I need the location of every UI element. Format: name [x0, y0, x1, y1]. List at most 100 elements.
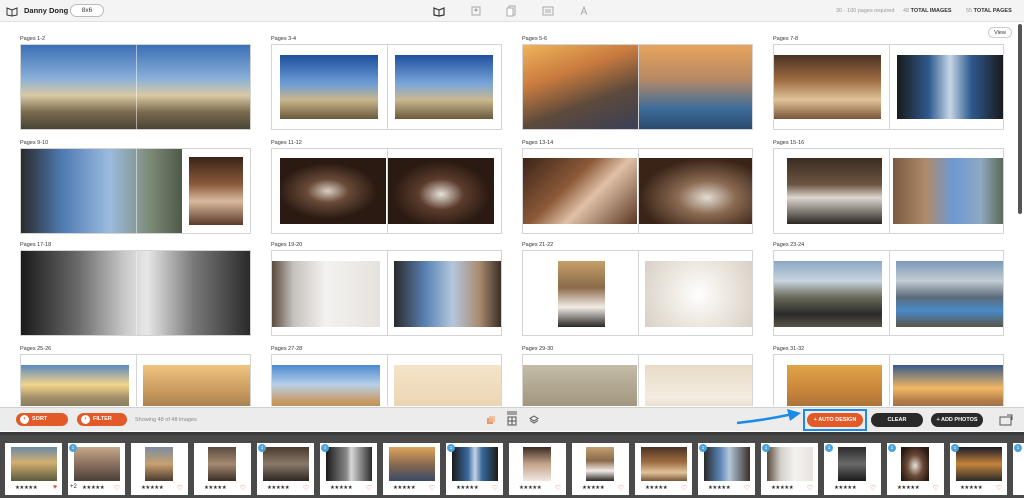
photo-blurred-landscape[interactable] — [523, 365, 637, 406]
star-rating[interactable]: ★★★★★ — [645, 485, 668, 491]
heart-icon[interactable]: ♡ — [870, 484, 876, 492]
tray-thumbnail[interactable]: 1 ★★★★★ ♡ — [887, 443, 944, 495]
heart-icon[interactable]: ♡ — [744, 484, 750, 492]
filter-button[interactable]: ‹ FILTER — [77, 413, 127, 426]
photo-diamond-necklace[interactable] — [388, 158, 494, 224]
photo-floral-centerpiece[interactable] — [645, 365, 752, 406]
star-rating[interactable]: ★★★★★ — [267, 485, 290, 491]
layers-icon[interactable] — [529, 415, 539, 425]
photo-groomsmen-mountain[interactable] — [774, 261, 882, 327]
auto-design-button[interactable]: + AUTO DESIGN — [807, 413, 863, 427]
heart-icon[interactable]: ♡ — [114, 484, 120, 492]
photo-white-roses[interactable] — [645, 261, 752, 327]
collapse-tray-icon[interactable] — [999, 414, 1013, 426]
grid-toggle-icon[interactable] — [506, 410, 518, 428]
star-rating[interactable]: ★★★★★ — [582, 485, 605, 491]
tray-thumbnail[interactable]: 1 +2 ★★★★★ ♡ — [68, 443, 125, 495]
photo-heels[interactable] — [523, 158, 637, 224]
spread-pages-29-30[interactable]: Pages 29-30 — [522, 346, 754, 406]
photo-bridesmaids-mountain[interactable] — [896, 261, 1003, 327]
spread-pages-21-22[interactable]: Pages 21-22 — [522, 242, 754, 336]
photo-pergola[interactable] — [143, 365, 250, 406]
heart-icon[interactable]: ♡ — [240, 484, 246, 492]
photo-sunset-valley[interactable] — [893, 365, 1003, 406]
star-rating[interactable]: ★★★★★ — [519, 485, 542, 491]
tray-thumbnail[interactable]: 1 ★★★★★ ♡ — [257, 443, 314, 495]
spread-pages-1-2[interactable]: Pages 1-2 — [20, 36, 252, 130]
spread-pages-23-24[interactable]: Pages 23-24 — [773, 242, 1005, 336]
star-rating[interactable]: ★★★★★ — [204, 485, 227, 491]
user-name[interactable]: Danny Dong — [24, 6, 68, 15]
photo-couple-embrace[interactable] — [558, 261, 605, 327]
spread-pages-15-16[interactable]: Pages 15-16 — [773, 140, 1005, 234]
spread-pages-31-32[interactable]: Pages 31-32 — [773, 346, 1005, 406]
heart-icon[interactable]: ♡ — [177, 484, 183, 492]
tray-thumbnail[interactable]: ★★★★★ ♥ — [5, 443, 62, 495]
heart-icon[interactable]: ♡ — [807, 484, 813, 492]
star-rating[interactable]: ★★★★★ — [456, 485, 479, 491]
settings-icon[interactable] — [578, 5, 590, 17]
tray-thumbnail[interactable]: 1 ★★★★★ ♡ — [824, 443, 881, 495]
tray-thumbnail[interactable]: ★★★★★ ♡ — [194, 443, 251, 495]
pages-icon[interactable] — [506, 5, 518, 17]
photo-dining-hall[interactable] — [774, 55, 881, 119]
heart-icon[interactable]: ♡ — [429, 484, 435, 492]
photo-bridal-shoes[interactable] — [189, 157, 243, 225]
tray-thumbnail[interactable]: 1 ★★★★★ ♡ — [446, 443, 503, 495]
add-photos-button[interactable]: + ADD PHOTOS — [931, 413, 983, 427]
photo-couple-archway[interactable] — [893, 158, 1003, 224]
tray-thumbnail[interactable]: 1 ★★★★★ ♡ — [320, 443, 377, 495]
photo-pearl-bracelet[interactable] — [280, 158, 386, 224]
photo-couple-window-view[interactable] — [394, 261, 501, 327]
star-rating[interactable]: ★★★★★ — [393, 485, 416, 491]
spread-pages-13-14[interactable]: Pages 13-14 — [522, 140, 754, 234]
photo-mountain-sunset[interactable] — [21, 365, 129, 406]
heart-icon[interactable]: ♡ — [492, 484, 498, 492]
photo-couple-sky-right[interactable] — [395, 55, 493, 119]
spread-pages-11-12[interactable]: Pages 11-12 — [271, 140, 503, 234]
star-rating[interactable]: ★★★★★ — [708, 485, 731, 491]
star-rating[interactable]: ★★★★★ — [82, 485, 105, 491]
sort-button[interactable]: ‹ SORT — [16, 413, 68, 426]
clear-button[interactable]: CLEAR — [871, 413, 923, 427]
tray-thumbnail[interactable]: ★★★★★ ♡ — [383, 443, 440, 495]
tray-thumbnail[interactable]: ★★★★★ ♡ — [635, 443, 692, 495]
star-rating[interactable]: ★★★★★ — [960, 485, 983, 491]
heart-icon[interactable]: ♡ — [555, 484, 561, 492]
photo-estate-sunset-left[interactable] — [523, 45, 638, 129]
spread-pages-17-18[interactable]: Pages 17-18 — [20, 242, 252, 336]
tray-thumbnail[interactable]: ★★★★★ ♡ — [131, 443, 188, 495]
spread-icon[interactable] — [542, 5, 554, 17]
photo-groomsmen-prep[interactable] — [787, 158, 882, 224]
photo-perfume-bottle[interactable] — [639, 158, 752, 224]
book-logo-icon[interactable] — [6, 5, 18, 17]
photo-couple-sky-left[interactable] — [280, 55, 378, 119]
book-layout-icon[interactable] — [433, 5, 445, 17]
tray-thumbnail[interactable]: 1 ★★★★★ ♡ — [761, 443, 818, 495]
grid-scrollbar[interactable] — [1018, 24, 1022, 214]
heart-icon[interactable]: ♥ — [53, 484, 57, 491]
heart-icon[interactable]: ♡ — [618, 484, 624, 492]
spread-pages-3-4[interactable]: Pages 3-4 — [271, 36, 503, 130]
photo-table-detail[interactable] — [394, 365, 501, 406]
heart-icon[interactable]: ♡ — [681, 484, 687, 492]
photo-bride-portrait[interactable] — [272, 261, 380, 327]
spread-pages-9-10[interactable]: Pages 9-10 — [20, 140, 252, 234]
spread-pages-5-6[interactable]: Pages 5-6 — [522, 36, 754, 130]
star-rating[interactable]: ★★★★★ — [897, 485, 920, 491]
star-rating[interactable]: ★★★★★ — [771, 485, 794, 491]
heart-icon[interactable]: ♡ — [366, 484, 372, 492]
star-rating[interactable]: ★★★★★ — [330, 485, 353, 491]
photo-stack-icon[interactable] — [486, 415, 496, 425]
tray-thumbnail[interactable]: ★★★★★ ♡ — [572, 443, 629, 495]
heart-icon[interactable]: ♡ — [933, 484, 939, 492]
tray-thumbnail[interactable]: 1 — [1013, 443, 1024, 495]
star-rating[interactable]: ★★★★★ — [834, 485, 857, 491]
photo-reception-lights[interactable] — [787, 365, 882, 406]
people-icon[interactable] — [470, 5, 482, 17]
spread-pages-19-20[interactable]: Pages 19-20 — [271, 242, 503, 336]
photo-dress-window[interactable] — [897, 55, 1003, 119]
star-rating[interactable]: ★★★★★ — [141, 485, 164, 491]
size-selector[interactable]: 8x6 — [70, 4, 104, 17]
tray-thumbnail[interactable]: 1 ★★★★★ ♡ — [950, 443, 1007, 495]
